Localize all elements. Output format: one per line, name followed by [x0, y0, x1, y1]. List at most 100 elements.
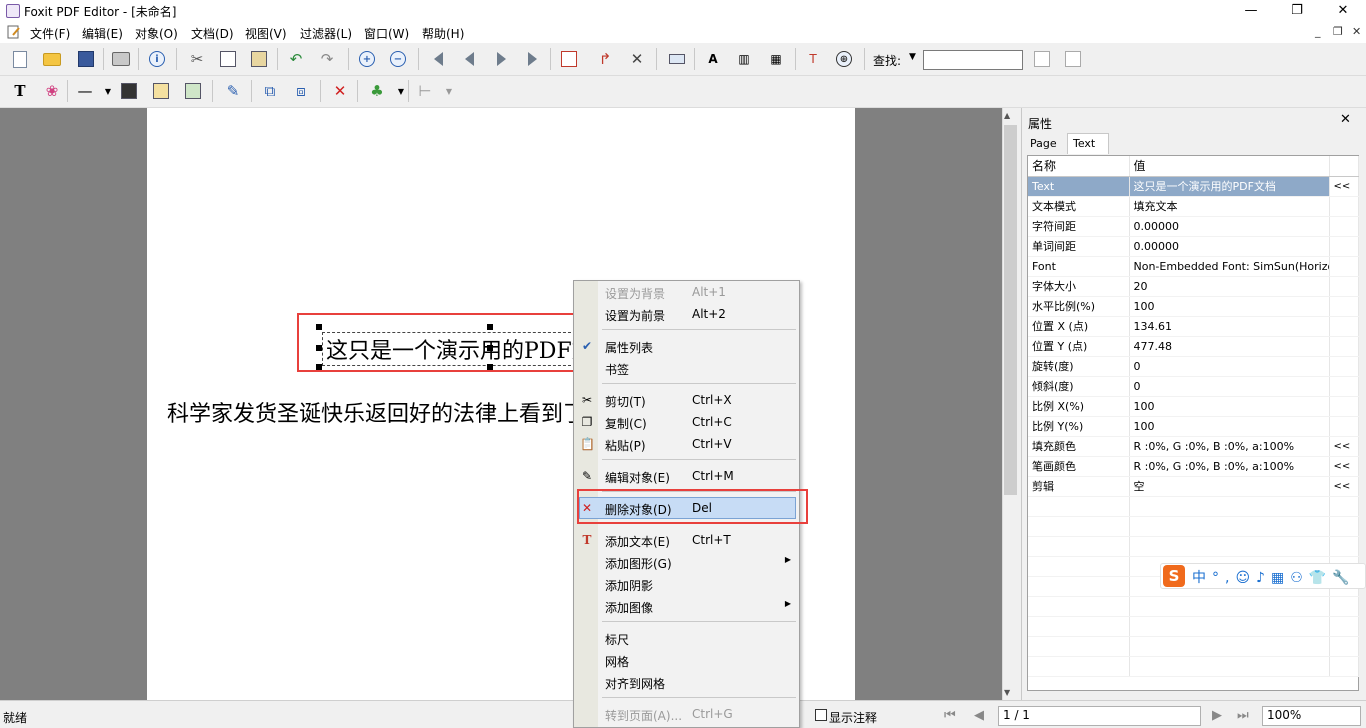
property-expand-button[interactable]: <<: [1329, 476, 1359, 497]
property-row[interactable]: 倾斜(度) 0: [1028, 376, 1359, 397]
next-page-icon[interactable]: ▶: [1212, 708, 1222, 723]
previous-page-icon[interactable]: [458, 48, 480, 70]
insert-page-icon[interactable]: ↱: [594, 48, 616, 70]
zoom-select[interactable]: 100%: [1262, 706, 1361, 726]
insert-image-icon[interactable]: [182, 80, 204, 102]
menu-add-image[interactable]: 添加图像 ▶: [574, 595, 799, 617]
property-value[interactable]: 20: [1129, 276, 1330, 297]
property-value[interactable]: 0.00000: [1129, 216, 1330, 237]
page-properties-icon[interactable]: [558, 48, 580, 70]
menu-file[interactable]: 文件(F): [30, 25, 70, 42]
page-number-field[interactable]: 1 / 1: [998, 706, 1201, 726]
zoom-in-icon[interactable]: +: [356, 48, 378, 70]
properties-close-button[interactable]: ✕: [1340, 112, 1351, 127]
property-row[interactable]: 字体大小 20: [1028, 276, 1359, 297]
property-value[interactable]: 134.61: [1129, 316, 1330, 337]
group-icon[interactable]: ⧉: [259, 80, 281, 102]
property-value[interactable]: R :0%, G :0%, B :0%, a:100%: [1129, 436, 1330, 457]
property-row[interactable]: 水平比例(%) 100: [1028, 296, 1359, 317]
menu-view[interactable]: 视图(V): [245, 25, 287, 42]
property-row[interactable]: 填充颜色 R :0%, G :0%, B :0%, a:100% <<: [1028, 436, 1359, 457]
property-value[interactable]: 这只是一个演示用的PDF文档: [1129, 176, 1330, 197]
mdi-restore-button[interactable]: ❐: [1333, 25, 1343, 38]
tab-text[interactable]: Text: [1067, 133, 1109, 154]
tab-page[interactable]: Page: [1026, 136, 1066, 154]
find-dropdown-icon[interactable]: ▼: [909, 52, 916, 62]
menu-edit[interactable]: 编辑(E): [82, 25, 123, 42]
menu-properties-list[interactable]: ✔ 属性列表: [574, 335, 799, 357]
property-row[interactable]: 笔画颜色 R :0%, G :0%, B :0%, a:100% <<: [1028, 456, 1359, 477]
save-icon[interactable]: [75, 48, 97, 70]
zoom-out-icon[interactable]: −: [387, 48, 409, 70]
delete-object-icon[interactable]: ✕: [329, 80, 351, 102]
property-value[interactable]: 477.48: [1129, 336, 1330, 357]
maximize-button[interactable]: ❐: [1274, 0, 1320, 22]
property-value[interactable]: 0.00000: [1129, 236, 1330, 257]
text-align-icon[interactable]: A: [702, 48, 724, 70]
align-icon[interactable]: ⊢: [414, 80, 436, 102]
menu-snap-to-grid[interactable]: 对齐到网格: [574, 671, 799, 693]
property-row[interactable]: FontNon-Embedded Font: SimSun(Horizontal…: [1028, 256, 1359, 277]
scroll-up-icon[interactable]: ▲: [1004, 111, 1010, 120]
copy-icon[interactable]: [217, 48, 239, 70]
property-expand-button[interactable]: <<: [1329, 176, 1359, 197]
menu-ruler[interactable]: 标尺: [574, 627, 799, 649]
show-notes-checkbox[interactable]: [815, 709, 827, 721]
add-text-icon[interactable]: T: [9, 80, 31, 102]
edit-image-icon[interactable]: [150, 80, 172, 102]
shape-icon[interactable]: [118, 80, 140, 102]
shapes-tool-icon[interactable]: ♣: [366, 80, 388, 102]
align-dropdown-icon[interactable]: ▼: [438, 80, 460, 102]
cut-icon[interactable]: ✂: [186, 48, 208, 70]
property-value[interactable]: 填充文本: [1129, 196, 1330, 217]
paste-icon[interactable]: [248, 48, 270, 70]
property-expand-button[interactable]: <<: [1329, 456, 1359, 477]
property-row[interactable]: 单词间距 0.00000: [1028, 236, 1359, 257]
info-icon[interactable]: i: [146, 48, 168, 70]
text-columns-icon[interactable]: ▥: [733, 48, 755, 70]
color-icon[interactable]: ❀: [41, 80, 63, 102]
find-previous-icon[interactable]: [1062, 48, 1084, 70]
minimize-button[interactable]: —: [1228, 0, 1274, 22]
menu-cut[interactable]: ✂ 剪切(T) Ctrl+X: [574, 389, 799, 411]
last-page-icon[interactable]: [521, 48, 543, 70]
scrollbar-thumb[interactable]: [1004, 125, 1017, 495]
property-value[interactable]: 100: [1129, 396, 1330, 417]
open-folder-icon[interactable]: [41, 48, 63, 70]
property-value[interactable]: 空: [1129, 476, 1330, 497]
menu-help[interactable]: 帮助(H): [422, 25, 464, 42]
property-row[interactable]: 比例 Y(%) 100: [1028, 416, 1359, 437]
edit-object-icon[interactable]: ✎: [222, 80, 244, 102]
property-row[interactable]: 剪辑空 <<: [1028, 476, 1359, 497]
column-header-name[interactable]: 名称: [1028, 156, 1130, 177]
property-row[interactable]: 位置 X (点) 134.61: [1028, 316, 1359, 337]
property-value[interactable]: R :0%, G :0%, B :0%, a:100%: [1129, 456, 1330, 477]
line-icon[interactable]: —: [74, 80, 96, 102]
property-row[interactable]: 位置 Y (点) 477.48: [1028, 336, 1359, 357]
scroll-down-icon[interactable]: ▼: [1004, 688, 1010, 697]
first-page-icon[interactable]: ⏮: [944, 708, 956, 723]
menu-object[interactable]: 对象(O): [135, 25, 178, 42]
menu-paste[interactable]: 📋 粘贴(P) Ctrl+V: [574, 433, 799, 455]
target-icon[interactable]: ⊕: [833, 48, 855, 70]
close-button[interactable]: ✕: [1320, 0, 1366, 22]
new-document-icon[interactable]: [9, 48, 31, 70]
menu-add-shadow[interactable]: 添加阴影: [574, 573, 799, 595]
menu-copy[interactable]: ❐ 复制(C) Ctrl+C: [574, 411, 799, 433]
property-value[interactable]: 0: [1129, 356, 1330, 377]
mdi-close-button[interactable]: ✕: [1352, 25, 1361, 38]
menu-document[interactable]: 文档(D): [191, 25, 234, 42]
property-row[interactable]: 旋转(度) 0: [1028, 356, 1359, 377]
property-value[interactable]: 100: [1129, 416, 1330, 437]
menu-window[interactable]: 窗口(W): [364, 25, 409, 42]
previous-page-icon[interactable]: ◀: [974, 708, 984, 723]
redo-icon[interactable]: ↷: [316, 48, 338, 70]
ime-buttons[interactable]: 中°,☺♪▦⚇👕🔧: [1192, 567, 1356, 587]
sogou-logo-icon[interactable]: S: [1163, 565, 1185, 587]
property-expand-button[interactable]: <<: [1329, 436, 1359, 457]
last-page-icon[interactable]: ⏭: [1237, 708, 1249, 723]
property-row[interactable]: Text 这只是一个演示用的PDF文档 <<: [1028, 176, 1359, 197]
undo-icon[interactable]: ↶: [285, 48, 307, 70]
find-next-icon[interactable]: [1031, 48, 1053, 70]
property-value[interactable]: 100: [1129, 296, 1330, 317]
